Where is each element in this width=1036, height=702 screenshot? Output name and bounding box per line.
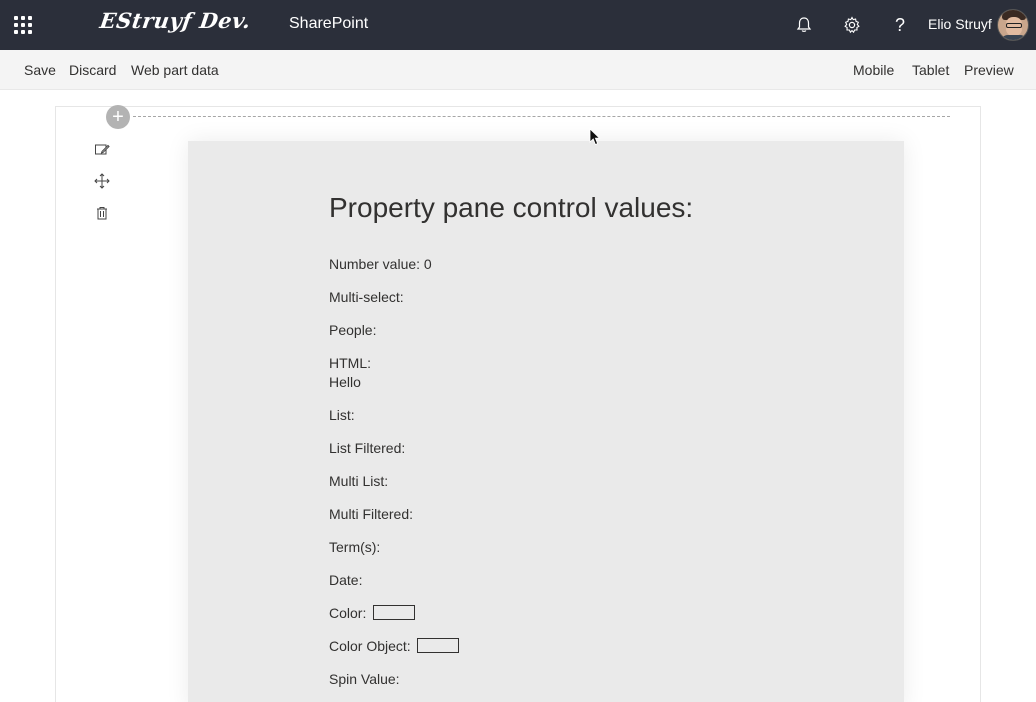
color-object-swatch — [417, 638, 459, 653]
waffle-icon[interactable] — [14, 16, 32, 34]
color-object-line: Color Object: — [329, 638, 411, 654]
web-part[interactable] — [188, 141, 904, 702]
edit-icon[interactable] — [92, 140, 112, 160]
list-filtered-line: List Filtered: — [329, 440, 406, 456]
list-line: List: — [329, 407, 355, 423]
help-icon[interactable]: ? — [888, 13, 912, 37]
app-name[interactable]: SharePoint — [289, 15, 368, 33]
people-line: People: — [329, 322, 377, 338]
add-section-icon[interactable]: + — [106, 105, 130, 129]
delete-icon[interactable] — [92, 203, 112, 223]
date-line: Date: — [329, 572, 363, 588]
multi-filtered-line: Multi Filtered: — [329, 506, 414, 522]
move-icon[interactable] — [92, 171, 112, 191]
web-part-title: Property pane control values: — [329, 192, 694, 223]
multi-select-line: Multi-select: — [329, 289, 404, 305]
bell-icon[interactable] — [792, 13, 816, 37]
web-part-data-button[interactable]: Web part data — [131, 62, 219, 78]
preview-button[interactable]: Preview — [964, 62, 1014, 78]
save-button[interactable]: Save — [24, 62, 56, 78]
color-line: Color: — [329, 605, 367, 621]
gear-icon[interactable] — [840, 13, 864, 37]
spin-value-line: Spin Value: — [329, 671, 400, 687]
tablet-button[interactable]: Tablet — [912, 62, 949, 78]
color-swatch — [373, 605, 415, 620]
user-name[interactable]: Elio Struyf — [928, 16, 992, 32]
command-bar: Save Discard Web part data Mobile Tablet… — [0, 50, 1036, 90]
avatar[interactable] — [997, 9, 1029, 41]
section-divider — [133, 116, 950, 117]
number-value-line: Number value: 0 — [329, 256, 432, 272]
mobile-button[interactable]: Mobile — [853, 62, 894, 78]
suite-bar: EStruyf Dev. SharePoint ? Elio Struyf — [0, 0, 1036, 50]
html-line: HTML: — [329, 355, 371, 371]
terms-line: Term(s): — [329, 539, 381, 555]
html-value: Hello — [329, 374, 361, 390]
mouse-cursor-icon — [589, 128, 601, 146]
brand-logo[interactable]: EStruyf Dev. — [98, 8, 252, 33]
discard-button[interactable]: Discard — [69, 62, 116, 78]
multi-list-line: Multi List: — [329, 473, 389, 489]
